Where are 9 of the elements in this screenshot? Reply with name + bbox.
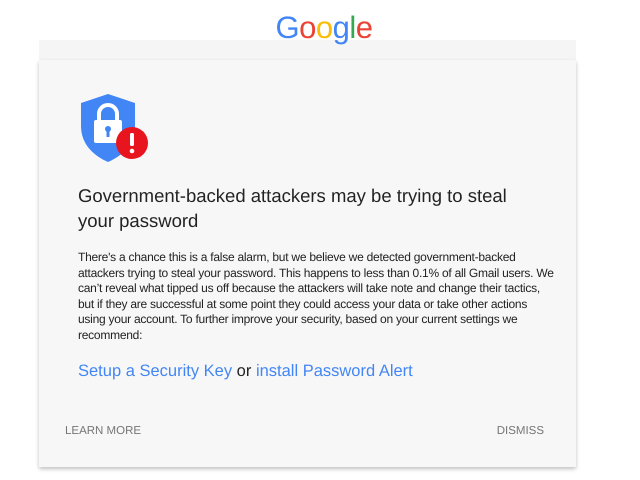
dismiss-button[interactable]: DISMISS <box>496 421 544 441</box>
learn-more-button[interactable]: LEARN MORE <box>65 421 142 441</box>
alert-message: There's a chance this is a false alarm, but we believe we detected government-backed attackers trying to steal your password. This happens to less than 0.1% of all Gmail users. We can’t reveal what tipped us off because the attackers will take note and change their tactics, but if they are successful at some point they could access your data or take other actions using your account. To further improve your security, based on your current settings we recommend: <box>78 250 554 344</box>
link[interactable]: Setup a Security Key <box>78 362 232 380</box>
recommendation-text: Setup a Security Key or install Password Alert <box>78 362 414 381</box>
link[interactable]: install Password Alert <box>256 362 413 380</box>
logo: Google <box>275 9 372 46</box>
shield-lock-alert-icon <box>78 92 150 164</box>
alert-title: Government-backed attackers may be trying to steal your password <box>78 184 508 233</box>
